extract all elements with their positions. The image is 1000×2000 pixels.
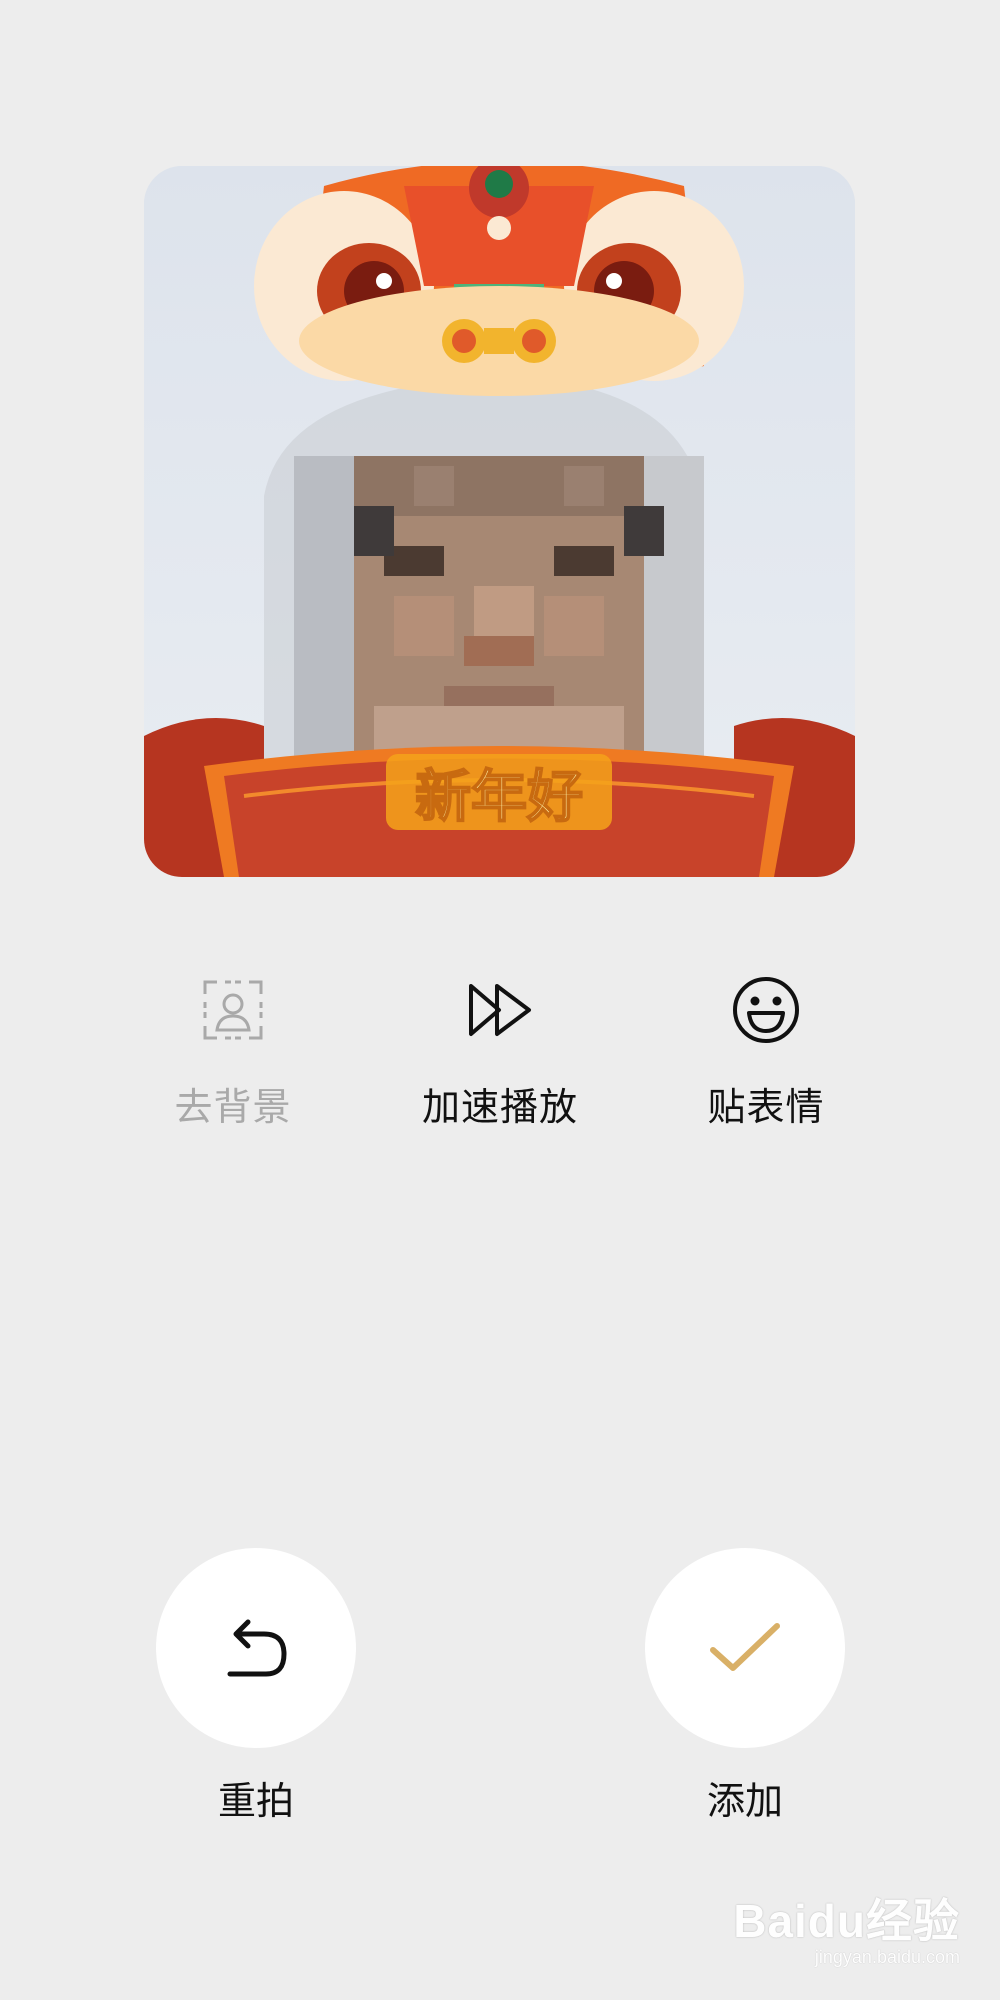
checkmark-icon bbox=[710, 1623, 780, 1671]
fast-forward-icon bbox=[460, 970, 540, 1050]
add-sticker-label: 贴表情 bbox=[707, 1085, 825, 1129]
smiley-face-icon bbox=[726, 970, 806, 1050]
lion-head-sticker bbox=[254, 166, 744, 396]
speed-up-label: 加速播放 bbox=[421, 1085, 578, 1129]
retake-label: 重拍 bbox=[217, 1779, 294, 1823]
retake-button[interactable] bbox=[156, 1548, 356, 1748]
remove-background-label: 去背景 bbox=[174, 1085, 292, 1129]
add-button[interactable] bbox=[645, 1548, 845, 1748]
speed-up-button[interactable]: 加速播放 bbox=[390, 970, 610, 1131]
remove-background-icon bbox=[193, 970, 273, 1050]
add-sticker-button[interactable]: 贴表情 bbox=[656, 970, 876, 1131]
pixelated-face bbox=[294, 456, 704, 776]
baidu-jingyan-watermark: Baidu经验 jingyan.baidu.com bbox=[733, 1885, 960, 1968]
remove-background-button[interactable]: 去背景 bbox=[123, 970, 343, 1131]
watermark-subtext: jingyan.baidu.com bbox=[814, 1947, 960, 1967]
undo-arrow-icon bbox=[227, 1619, 287, 1677]
add-label: 添加 bbox=[706, 1779, 783, 1823]
watermark-text: Baidu经验 bbox=[733, 1895, 960, 1947]
preview-image: 新年好 bbox=[144, 166, 855, 877]
sticker-preview: 新年好 bbox=[144, 166, 855, 877]
banner-text: 新年好 bbox=[415, 765, 583, 830]
